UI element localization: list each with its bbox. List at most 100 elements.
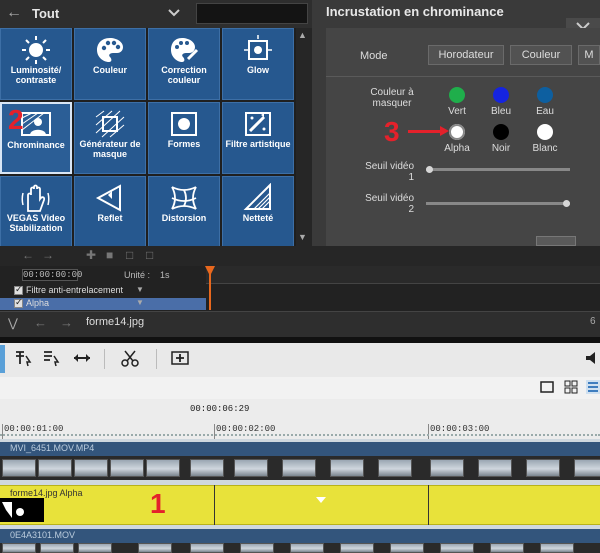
collapse-icon[interactable]: ⋁: [8, 316, 18, 330]
seuil1-slider[interactable]: [426, 168, 570, 171]
clip-thumbnail[interactable]: [38, 459, 72, 477]
swatch-blue-label: Bleu: [490, 106, 511, 117]
clip-thumbnail[interactable]: [378, 459, 412, 477]
clip-thumbnail[interactable]: [282, 459, 316, 477]
keyframe-row-deinterlace[interactable]: Filtre anti-entrelacement ▼: [0, 284, 206, 297]
mode-timestamp-button[interactable]: Horodateur: [428, 45, 504, 65]
seuil1-slider-knob[interactable]: [426, 166, 433, 173]
seuil1-label: Seuil vidéo 1: [365, 161, 414, 183]
tile-brightness-contrast[interactable]: Luminosité/ contraste: [0, 28, 72, 100]
tile-color[interactable]: Couleur: [74, 28, 146, 100]
clip-thumbnail[interactable]: [40, 543, 74, 553]
clip-thumbnail[interactable]: [340, 543, 374, 553]
tile-mask-generator[interactable]: Générateur de masque: [74, 102, 146, 174]
keyframe-row-alpha[interactable]: Alpha ▼: [0, 297, 206, 310]
alpha-checkbox[interactable]: [14, 297, 23, 308]
tile-distortion[interactable]: Distorsion: [148, 176, 220, 246]
split-tool-icon[interactable]: [120, 348, 140, 368]
tile-label: Reflet: [97, 213, 123, 223]
clip-thumbnail[interactable]: [574, 459, 600, 477]
clip-thumbnail[interactable]: [330, 459, 364, 477]
overlay-clip[interactable]: [0, 485, 600, 525]
video-track-clips[interactable]: [0, 456, 600, 480]
tile-artistic-filter[interactable]: Filtre artistique: [222, 102, 294, 174]
insert-tool-icon[interactable]: [170, 348, 190, 368]
swatch-white[interactable]: [537, 124, 553, 140]
swatch-alpha[interactable]: [449, 124, 465, 140]
clip-thumbnail[interactable]: [540, 543, 574, 553]
effects-scrollbar[interactable]: [296, 28, 312, 246]
tile-reflection[interactable]: Reflet: [74, 176, 146, 246]
swatch-green[interactable]: [449, 87, 465, 103]
clip-thumbnail[interactable]: [290, 543, 324, 553]
swatch-water[interactable]: [537, 87, 553, 103]
chroma-panel-title: Incrustation en chrominance: [326, 4, 504, 19]
back-arrow-icon[interactable]: ←: [6, 4, 24, 22]
keyframe-row-label: Filtre anti-entrelacement: [26, 285, 124, 295]
swatch-water-label: Eau: [536, 106, 554, 117]
arrow-left-icon[interactable]: ←: [22, 248, 34, 262]
tile-color-correction[interactable]: Correction couleur: [148, 28, 220, 100]
swatch-blue[interactable]: [493, 87, 509, 103]
clip-thumbnail[interactable]: [490, 543, 524, 553]
tile-shapes[interactable]: Formes: [148, 102, 220, 174]
effects-search-input[interactable]: [196, 3, 308, 24]
arrow-right-icon[interactable]: →: [42, 248, 54, 262]
color-mask-label: Couleur à masquer: [370, 87, 414, 109]
swatch-black[interactable]: [493, 124, 509, 140]
tile-vegas-stabilization[interactable]: VEGAS Video Stabilization: [0, 176, 72, 246]
tile-glow[interactable]: Glow: [222, 28, 294, 100]
delete-keyframe-icon[interactable]: ■: [106, 248, 113, 262]
clip-thumbnail[interactable]: [240, 543, 274, 553]
keyframe-time-display[interactable]: 00:00:00:00: [22, 269, 82, 281]
chevron-down-icon[interactable]: ▼: [136, 298, 144, 307]
mask-generator-icon: [94, 109, 126, 139]
ripple-tool-icon[interactable]: [42, 348, 62, 368]
trim-tool-icon[interactable]: [72, 348, 92, 368]
clip-thumbnail[interactable]: [234, 459, 268, 477]
speaker-icon[interactable]: [584, 350, 600, 366]
clip-thumbnail[interactable]: [430, 459, 464, 477]
timeline-ruler[interactable]: [0, 399, 600, 439]
clip-thumbnail[interactable]: [138, 543, 172, 553]
track-header[interactable]: 0E4A3101.MOV: [0, 529, 600, 543]
fade-handle[interactable]: [316, 497, 326, 503]
paste-keyframe-icon[interactable]: □: [146, 248, 153, 262]
clip-thumbnail[interactable]: [390, 543, 424, 553]
chevron-down-icon[interactable]: [166, 6, 182, 20]
seuil2-label: Seuil vidéo 2: [365, 193, 414, 215]
clip-thumbnail[interactable]: [2, 543, 36, 553]
grid-view-icon[interactable]: [564, 380, 578, 394]
mode-color-button[interactable]: Couleur: [510, 45, 572, 65]
clip-thumbnail[interactable]: [526, 459, 560, 477]
clip-thumbnail[interactable]: [110, 459, 144, 477]
clip-thumbnail[interactable]: [74, 459, 108, 477]
nav-back-icon[interactable]: ←: [34, 315, 47, 330]
mode-more-button[interactable]: M: [578, 45, 600, 65]
deinterlace-checkbox[interactable]: [14, 284, 23, 295]
list-view-icon[interactable]: [586, 380, 600, 394]
clip-thumbnail[interactable]: [440, 543, 474, 553]
clip-thumbnail[interactable]: [190, 459, 224, 477]
single-view-icon[interactable]: [540, 380, 554, 394]
scroll-down-icon[interactable]: ▼: [298, 232, 307, 242]
scroll-up-icon[interactable]: ▲: [298, 30, 307, 40]
tile-sharpness[interactable]: Netteté: [222, 176, 294, 246]
clip-thumbnail[interactable]: [478, 459, 512, 477]
clip-thumbnail[interactable]: [190, 543, 224, 553]
add-keyframe-icon[interactable]: ✚: [86, 248, 96, 262]
nav-forward-icon[interactable]: →: [60, 315, 73, 330]
cut-off-value-box[interactable]: [536, 236, 576, 246]
copy-keyframe-icon[interactable]: □: [126, 248, 133, 262]
keyframe-ruler[interactable]: [206, 266, 600, 284]
clip-thumbnail[interactable]: [78, 543, 112, 553]
track-header[interactable]: MVI_6451.MOV.MP4: [0, 442, 600, 456]
cut-tool-icon[interactable]: [14, 348, 34, 368]
clip-thumbnail[interactable]: [2, 459, 36, 477]
seuil2-slider[interactable]: [426, 202, 570, 205]
clip-thumbnail[interactable]: [146, 459, 180, 477]
chevron-down-icon[interactable]: ▼: [136, 285, 144, 294]
video-track-clips[interactable]: [0, 543, 600, 553]
seuil2-slider-knob[interactable]: [563, 200, 570, 207]
playhead-marker[interactable]: [205, 266, 215, 276]
